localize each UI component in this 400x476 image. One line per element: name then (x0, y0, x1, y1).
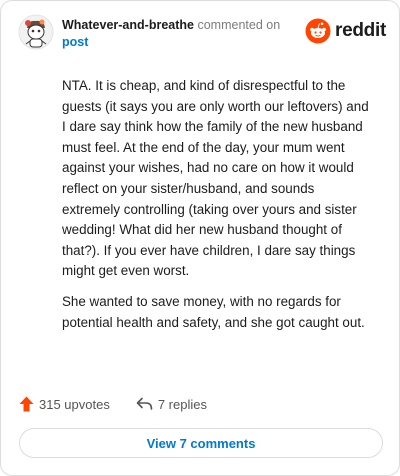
reply-count: 7 replies (157, 396, 207, 412)
username[interactable]: Whatever-and-breathe (62, 18, 194, 32)
post-link[interactable]: post (62, 34, 302, 51)
comment-body: NTA. It is cheap, and kind of disrespect… (62, 76, 372, 343)
comment-paragraph: She wanted to save money, with no regard… (62, 293, 365, 330)
upvote-count: 315 upvotes (39, 396, 110, 412)
comment-header: Whatever-and-breathe commented on post r… (18, 14, 388, 58)
comment-paragraph: NTA. It is cheap, and kind of disrespect… (62, 78, 369, 279)
comment-meta: Whatever-and-breathe commented on post (62, 17, 302, 51)
replies-button[interactable]: 7 replies (136, 397, 207, 412)
reply-arrow-icon (136, 397, 153, 410)
action-text: commented on (197, 18, 281, 32)
upvote-button[interactable]: 315 upvotes (19, 396, 110, 412)
user-avatar[interactable] (18, 14, 54, 50)
upvote-arrow-icon (19, 396, 34, 412)
brand-name: reddit (335, 20, 386, 41)
comment-footer: 315 upvotes 7 replies (19, 393, 207, 415)
reddit-logo[interactable]: reddit (305, 18, 386, 44)
reddit-icon (305, 18, 331, 44)
comment-card: Whatever-and-breathe commented on post r… (0, 0, 400, 476)
view-comments-button[interactable]: View 7 comments (19, 428, 383, 458)
